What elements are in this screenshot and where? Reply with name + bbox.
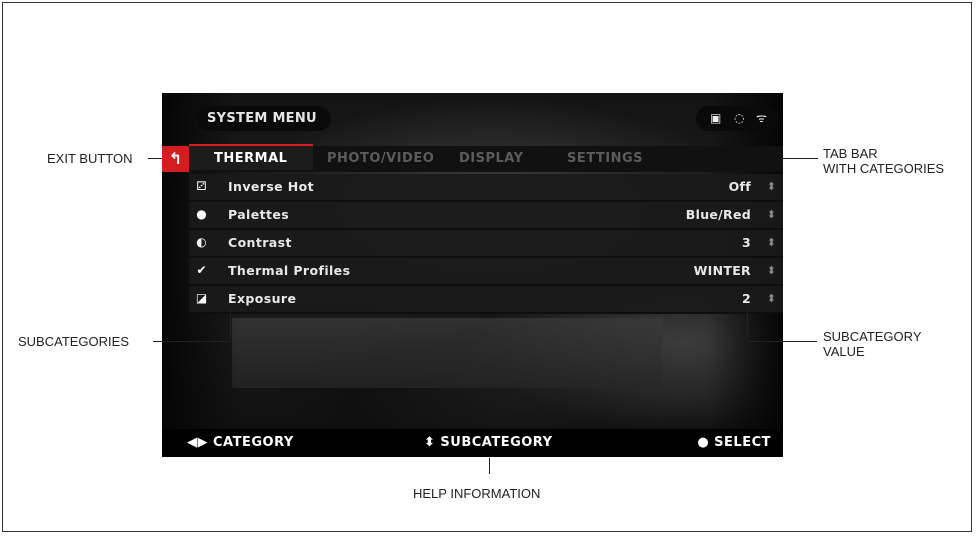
help-bar: ◀▶ CATEGORY ⬍ SUBCATEGORY ● SELECT [162, 429, 783, 457]
system-menu-title: SYSTEM MENU [197, 106, 331, 131]
callout-line [153, 341, 231, 342]
callout-line [148, 158, 162, 159]
exposure-icon: ◪ [195, 291, 208, 305]
check-circle-icon: ✔ [196, 263, 207, 277]
tab-thermal[interactable]: THERMAL [189, 144, 313, 170]
row-value: 3 [742, 235, 751, 250]
callout-help-information: HELP INFORMATION [413, 486, 541, 501]
callout-line [489, 458, 490, 474]
callout-line [230, 308, 231, 342]
tab-settings[interactable]: SETTINGS [567, 146, 643, 172]
help-category: ◀▶ CATEGORY [187, 435, 294, 450]
callout-exit-button: EXIT BUTTON [47, 151, 133, 166]
up-down-icon: ⬍ [766, 208, 776, 221]
menu-row-contrast[interactable]: ◐ Contrast 3 ⬍ [189, 230, 783, 258]
row-value: Off [728, 179, 751, 194]
menu-row-palettes[interactable]: ● Palettes Blue/Red ⬍ [189, 202, 783, 230]
menu-row-inverse-hot[interactable]: ⚂ Inverse Hot Off ⬍ [189, 174, 783, 202]
row-label: Thermal Profiles [228, 263, 351, 278]
up-down-icon: ⬍ [766, 180, 776, 193]
tab-photo-video[interactable]: PHOTO/VIDEO [327, 146, 434, 172]
callout-tab-bar-1: TAB BAR [823, 146, 878, 161]
inverse-icon: ⚂ [196, 179, 207, 193]
wifi-icon: ᯤ [756, 111, 767, 125]
sd-card-icon: ▣ [710, 111, 722, 125]
tab-bar: THERMAL PHOTO/VIDEO DISPLAY SETTINGS [189, 144, 783, 172]
gps-icon: ◌ [734, 111, 745, 125]
row-label: Inverse Hot [228, 179, 315, 194]
device-screen: SYSTEM MENU ▣ ◌ ᯤ ↰ THERMAL PHOTO/VIDEO … [162, 93, 783, 457]
menu-row-thermal-profiles[interactable]: ✔ Thermal Profiles WINTER ⬍ [189, 258, 783, 286]
scene-water [232, 318, 662, 388]
help-subcategory: ⬍ SUBCATEGORY [424, 435, 553, 450]
row-label: Exposure [228, 291, 297, 306]
row-label: Contrast [228, 235, 292, 250]
up-down-icon: ⬍ [766, 292, 776, 305]
callout-line [747, 341, 817, 342]
exit-button[interactable]: ↰ [162, 146, 189, 172]
menu-row-exposure[interactable]: ◪ Exposure 2 ⬍ [189, 286, 783, 314]
callout-line [783, 158, 818, 159]
contrast-icon: ◐ [196, 235, 207, 249]
row-value: WINTER [693, 263, 751, 278]
row-label: Palettes [228, 207, 290, 222]
tab-display[interactable]: DISPLAY [459, 146, 524, 172]
row-value: Blue/Red [685, 207, 751, 222]
up-down-icon: ⬍ [766, 264, 776, 277]
up-down-icon: ⬍ [766, 236, 776, 249]
help-select: ● SELECT [697, 435, 771, 450]
callout-subcategory-value-2: VALUE [823, 344, 865, 359]
palette-icon: ● [196, 207, 207, 221]
back-arrow-icon: ↰ [168, 149, 183, 168]
callout-subcategories: SUBCATEGORIES [18, 334, 130, 349]
callout-subcategory-value-1: SUBCATEGORY [823, 329, 922, 344]
callout-tab-bar-2: WITH CATEGORIES [823, 161, 945, 176]
status-icons: ▣ ◌ ᯤ [696, 106, 778, 131]
callout-line [747, 308, 748, 342]
